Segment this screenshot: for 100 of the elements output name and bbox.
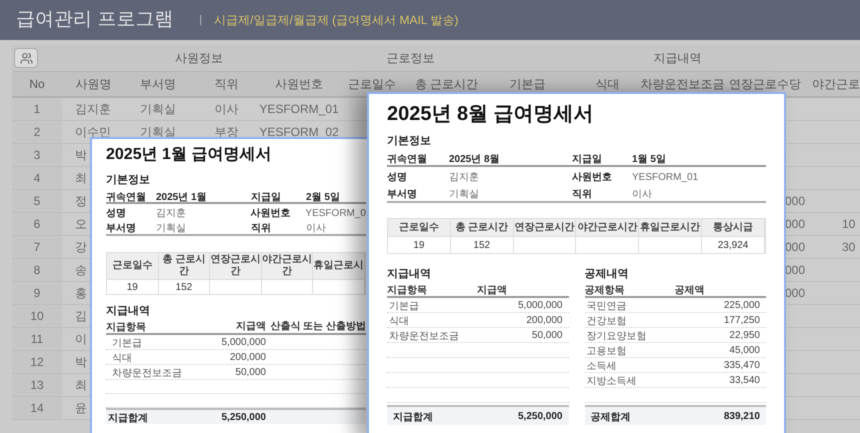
table-cell-text: 송 (75, 262, 87, 279)
info-label: 부서명 (106, 222, 136, 234)
column-header: 연장근로수당 (729, 76, 801, 93)
table-cell-text: 5 (34, 193, 40, 210)
info-value: 1월 5일 (632, 154, 666, 164)
table-cell-text: 기획실 (140, 101, 176, 118)
item-name: 소득세 (586, 361, 616, 372)
info-label: 귀속연월 (106, 192, 146, 202)
section-heading: 기본정보 (387, 134, 432, 148)
column-group-header: 지급내역 (654, 50, 702, 67)
table-cell-text: 30 (842, 239, 856, 256)
table-cell-text: 000 (784, 285, 805, 302)
item-amount: 50,000 (532, 328, 562, 342)
work-header: 총 근로시간 (162, 254, 206, 278)
info-label: 사원번호 (250, 208, 291, 218)
total-amount: 5,250,000 (222, 410, 266, 424)
column-header: 공제항목 (584, 285, 624, 296)
info-label: 부서명 (387, 188, 417, 200)
group-button[interactable] (14, 48, 38, 68)
work-header: 연장근로시간 (210, 254, 261, 278)
item-amount: 200,000 (230, 350, 266, 364)
table-cell-text: 000 (784, 239, 805, 256)
title-separator: | (199, 12, 202, 28)
info-value: 김지훈 (449, 172, 479, 182)
item-name: 지방소득세 (586, 376, 636, 387)
item-name: 고용보험 (586, 346, 626, 357)
work-header: 근로일수 (112, 260, 152, 272)
table-cell-text: 14 (30, 400, 44, 417)
item-name: 건강보험 (586, 316, 626, 327)
info-label: 성명 (106, 208, 126, 218)
users-icon (20, 52, 32, 64)
table-cell-text: 000 (784, 216, 805, 233)
info-value: 이사 (632, 188, 652, 200)
column-header: 공제액 (674, 285, 704, 296)
work-header: 야간근로시간 (262, 254, 312, 278)
column-header: 산출식 또는 산출방법 (270, 320, 366, 334)
info-label: 성명 (387, 172, 407, 182)
work-value: 152 (473, 238, 490, 252)
table-cell-text: 윤 (75, 400, 87, 417)
column-header: 근로일수 (348, 76, 396, 93)
info-label: 사원번호 (572, 172, 612, 182)
section-heading: 지급내역 (387, 267, 432, 282)
info-value: 이사 (306, 222, 326, 234)
table-cell-text: 정 (75, 193, 87, 210)
item-name: 기본급 (112, 338, 142, 349)
table-cell-text: 강 (75, 239, 87, 256)
column-header: 기본급 (510, 76, 546, 93)
payslip-title: 2025년 1월 급여명세서 (106, 145, 272, 165)
column-group-header: 근로정보 (386, 50, 434, 67)
work-value: 19 (126, 280, 138, 294)
info-label: 직위 (251, 222, 271, 234)
work-header: 휴일근로시 (314, 260, 364, 272)
column-header: No (29, 76, 45, 93)
table-cell-text: YESFORM_01 (259, 101, 339, 118)
info-label: 지급일 (572, 154, 602, 164)
table-cell-text: 000 (784, 193, 805, 210)
column-header: 사원명 (76, 76, 112, 93)
info-value: 2025년 8월 (449, 154, 500, 164)
item-name: 기본급 (389, 301, 419, 312)
column-header: 식대 (596, 76, 620, 93)
table-cell-text: 10 (842, 216, 856, 233)
total-amount: 5,250,000 (518, 410, 562, 424)
table-cell-text: 1 (34, 101, 40, 118)
payslip-title: 2025년 8월 급여명세서 (387, 102, 595, 126)
item-amount: 225,000 (724, 298, 760, 312)
info-value: YESFORM_0 (305, 208, 366, 218)
item-amount: 177,250 (724, 314, 760, 328)
table-cell-text: 이 (75, 331, 87, 348)
info-value: 기획실 (449, 188, 479, 200)
table-cell-text: 12 (30, 354, 44, 371)
section-heading: 지급내역 (106, 304, 151, 319)
work-header: 연장근로시간 (514, 222, 575, 234)
app-title: 급여관리 프로그램 (16, 8, 174, 32)
item-name: 식대 (389, 316, 409, 327)
item-amount: 335,470 (724, 358, 760, 372)
table-cell-text: 이사 (214, 101, 238, 118)
table-cell-text: 홍 (75, 285, 87, 302)
table-cell-text: 3 (34, 147, 40, 164)
work-header: 야간근로시간 (577, 222, 638, 234)
item-name: 차량운전보조금 (112, 368, 182, 379)
item-amount: 5,000,000 (222, 336, 266, 350)
info-label: 귀속연월 (387, 154, 427, 164)
item-amount: 50,000 (235, 366, 266, 380)
column-header: 지급항목 (106, 322, 146, 333)
column-header: 직위 (214, 76, 238, 93)
table-cell-text: 10 (30, 308, 44, 325)
info-value: 2월 5일 (306, 192, 340, 202)
table-cell-text: 김지훈 (75, 101, 111, 118)
item-amount: 200,000 (526, 314, 562, 328)
table-cell-text: 8 (34, 262, 40, 279)
table-cell-text: 김 (75, 308, 87, 325)
item-amount: 5,000,000 (518, 298, 562, 312)
total-label: 지급합계 (108, 413, 148, 424)
table-cell-text: 박 (75, 147, 87, 164)
info-value: 2025년 1월 (156, 192, 207, 202)
item-name: 국민연금 (586, 301, 626, 312)
info-value: YESFORM_01 (632, 172, 698, 182)
table-cell-text: YESFORM_02 (259, 124, 339, 141)
column-header: 차량운전보조금 (640, 76, 724, 93)
table-cell-text: 오 (75, 216, 87, 233)
